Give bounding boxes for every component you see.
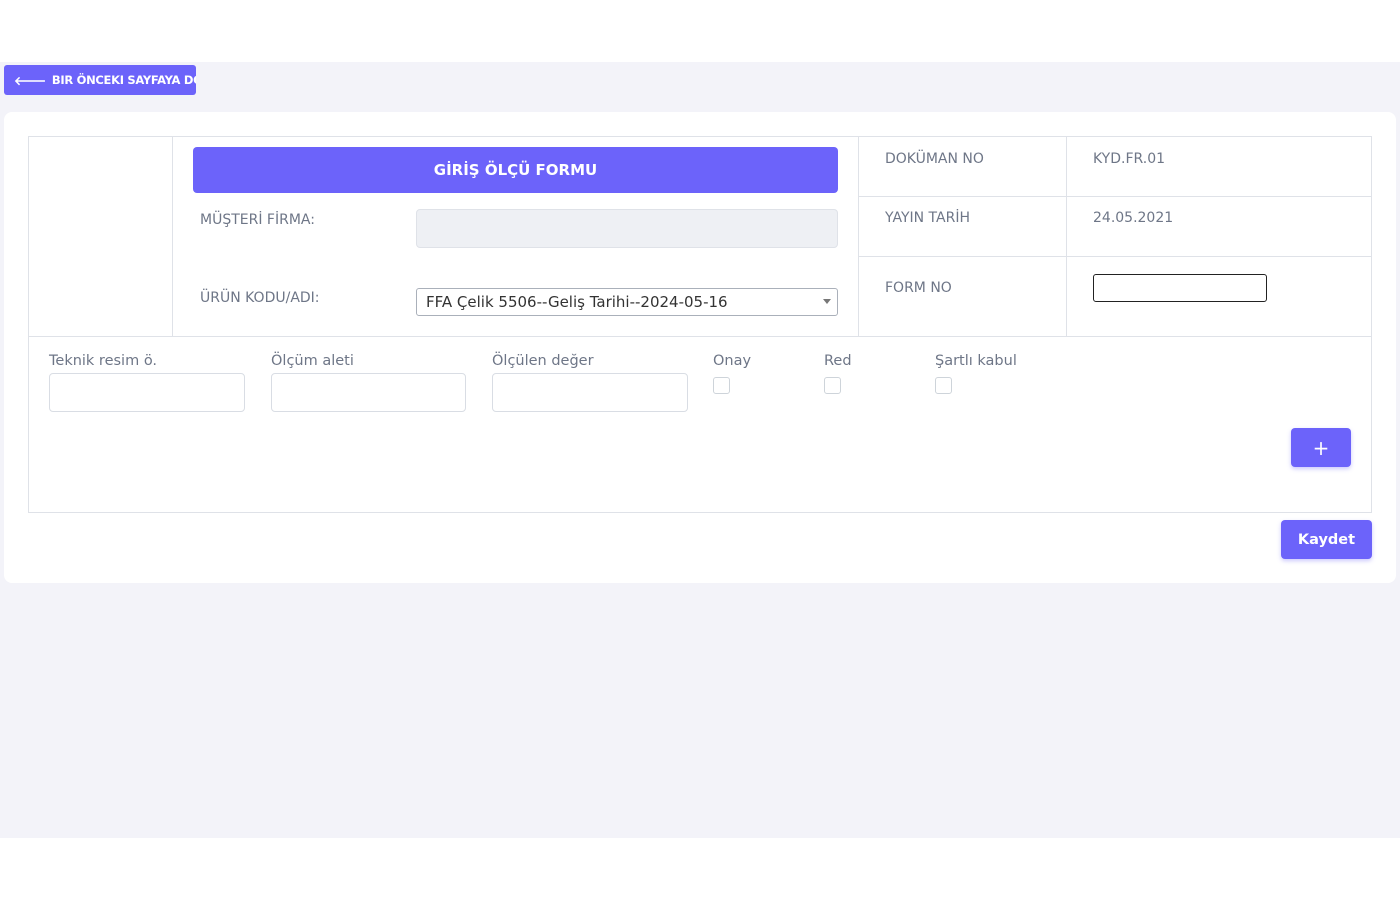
red-label: Red [824,353,852,369]
red-checkbox[interactable] [824,377,841,394]
add-row-button[interactable]: + [1291,428,1351,467]
form-title: GİRİŞ ÖLÇÜ FORMU [193,147,838,193]
teknik-resim-input[interactable] [49,373,245,412]
form-no-label: FORM NO [885,280,952,296]
yayin-tarih-value: 24.05.2021 [1093,210,1174,226]
arrow-left-icon: 🡐 [14,73,46,88]
teknik-resim-label: Teknik resim ö. [49,353,158,369]
plus-icon: + [1312,435,1330,460]
sartli-kabul-checkbox[interactable] [935,377,952,394]
measurement-row-section: Teknik resim ö. Ölçüm aleti Ölçülen değe… [28,336,1372,513]
chevron-down-icon [823,299,831,304]
musteri-firma-input[interactable] [416,209,838,248]
urun-kodu-selected: FFA Çelik 5506--Geliş Tarihi--2024-05-16 [426,293,728,311]
doc-no-label: DOKÜMAN NO [885,151,984,167]
divider [858,137,859,336]
back-button-label: BIR ÖNCEKI SAYFAYA DÖN [51,73,196,87]
sartli-kabul-label: Şartlı kabul [935,353,1017,369]
urun-kodu-label: ÜRÜN KODU/ADI: [200,290,320,306]
yayin-tarih-label: YAYIN TARİH [885,210,970,226]
back-button[interactable]: 🡐 BIR ÖNCEKI SAYFAYA DÖN [4,65,196,95]
olcum-aleti-input[interactable] [271,373,466,412]
form-no-input[interactable] [1093,274,1267,302]
olculen-deger-label: Ölçülen değer [492,353,594,369]
divider [172,137,173,336]
musteri-firma-label: MÜŞTERİ FİRMA: [200,212,315,228]
divider [859,256,1372,257]
onay-checkbox[interactable] [713,377,730,394]
divider [1066,137,1067,336]
olcum-aleti-label: Ölçüm aleti [271,353,354,369]
doc-no-value: KYD.FR.01 [1093,151,1166,167]
form-header-table: GİRİŞ ÖLÇÜ FORMU MÜŞTERİ FİRMA: ÜRÜN KOD… [28,136,1372,337]
urun-kodu-select[interactable]: FFA Çelik 5506--Geliş Tarihi--2024-05-16 [416,288,838,316]
save-button[interactable]: Kaydet [1281,520,1372,559]
olculen-deger-input[interactable] [492,373,688,412]
onay-label: Onay [713,353,752,369]
divider [859,196,1372,197]
